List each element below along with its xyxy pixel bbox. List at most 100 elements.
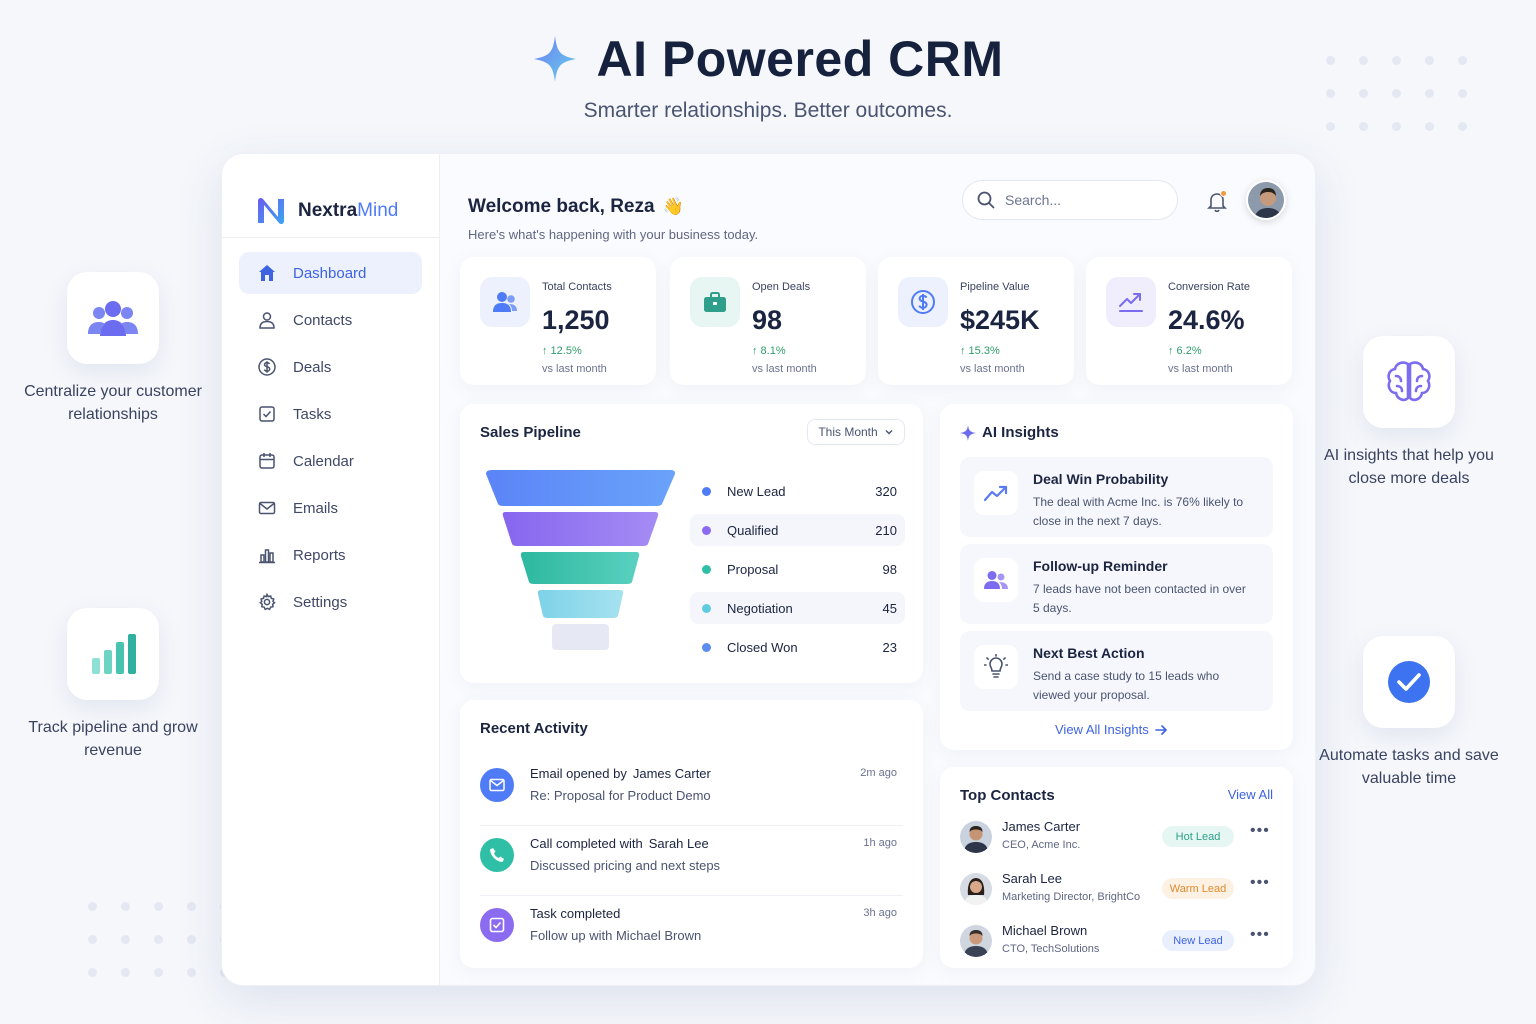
contact-row[interactable]: Michael Brown CTO, TechSolutions New Lea… <box>960 923 1273 963</box>
stat-card-pipeline-value[interactable]: Pipeline Value $245K ↑ 15.3% vs last mon… <box>878 257 1074 385</box>
activity-item[interactable]: Email opened by James Carter Re: Proposal… <box>480 756 903 826</box>
avatar <box>960 821 992 853</box>
users-icon <box>88 301 138 336</box>
status-badge: New Lead <box>1162 930 1234 951</box>
bar-chart-icon <box>92 634 136 674</box>
stage-name: New Lead <box>727 483 786 499</box>
brand-logo[interactable]: NextraMind <box>222 154 439 238</box>
activity-item[interactable]: Call completed with Sarah Lee Discussed p… <box>480 826 903 896</box>
stat-value: 98 <box>752 305 783 335</box>
search-box[interactable] <box>962 180 1178 220</box>
insight-item[interactable]: Follow-up Reminder 7 leads have not been… <box>960 544 1273 624</box>
user-icon <box>257 310 277 330</box>
mail-icon <box>257 498 277 518</box>
sidebar-item-contacts[interactable]: Contacts <box>239 299 422 341</box>
stage-count: 210 <box>875 522 897 538</box>
sidebar-item-label: Settings <box>293 593 348 611</box>
activity-subtitle: Follow up with Michael Brown <box>530 928 702 943</box>
funnel-stage-negotiation <box>537 590 624 618</box>
card-title: Sales Pipeline <box>480 424 581 441</box>
sidebar-item-label: Contacts <box>293 311 353 329</box>
stage-count: 23 <box>882 639 897 655</box>
feature-tile <box>67 272 159 364</box>
stat-value: 1,250 <box>542 305 610 335</box>
more-options-icon[interactable]: ••• <box>1250 926 1270 944</box>
sidebar-item-deals[interactable]: Deals <box>239 346 422 388</box>
insight-item[interactable]: Next Best Action Send a case study to 15… <box>960 631 1273 711</box>
sidebar-item-reports[interactable]: Reports <box>239 534 422 576</box>
insight-body: 7 leads have not been contacted in over … <box>1033 582 1246 615</box>
period-dropdown-value: This Month <box>818 425 878 439</box>
chevron-down-icon <box>885 430 893 435</box>
recent-activity-card: Recent Activity Email opened by James Car… <box>460 700 923 968</box>
sidebar-item-label: Tasks <box>293 405 332 423</box>
sidebar-item-dashboard[interactable]: Dashboard <box>239 252 422 294</box>
feature-text: Automate tasks and save valuable time <box>1319 747 1499 787</box>
contact-row[interactable]: Sarah Lee Marketing Director, BrightCo W… <box>960 871 1273 911</box>
stat-label: Open Deals <box>752 281 811 293</box>
pipeline-stage-row[interactable]: Negotiation 45 <box>690 592 905 624</box>
stat-card-open-deals[interactable]: Open Deals 98 ↑ 8.1% vs last month <box>670 257 866 385</box>
insight-item[interactable]: Deal Win Probability The deal with Acme … <box>960 457 1273 537</box>
search-input[interactable] <box>1005 192 1155 208</box>
hero-title: AI Powered CRM <box>532 30 1003 88</box>
hero-subtitle: Smarter relationships. Better outcomes. <box>583 99 953 122</box>
contact-row[interactable]: James Carter CEO, Acme Inc. Hot Lead ••• <box>960 819 1273 859</box>
mail-icon <box>480 768 514 802</box>
sidebar-item-emails[interactable]: Emails <box>239 487 422 529</box>
sidebar-item-calendar[interactable]: Calendar <box>239 440 422 482</box>
insight-body: Send a case study to 15 leads who viewed… <box>1033 669 1220 702</box>
stage-name: Proposal <box>727 561 779 577</box>
stat-card-total-contacts[interactable]: Total Contacts 1,250 ↑ 12.5% vs last mon… <box>460 257 656 385</box>
users-icon <box>974 558 1018 602</box>
sidebar-item-tasks[interactable]: Tasks <box>239 393 422 435</box>
stat-comparison: vs last month <box>960 363 1025 375</box>
stat-value: 24.6% <box>1168 305 1245 335</box>
view-all-contacts-link[interactable]: View All <box>1228 787 1273 802</box>
nextramind-logo-icon <box>258 197 284 224</box>
stat-change: ↑ 8.1% <box>752 345 786 357</box>
welcome-header: Welcome back, Reza 👋 Here's what's happe… <box>468 196 758 242</box>
briefcase-icon <box>690 277 740 327</box>
stage-name: Qualified <box>727 522 779 538</box>
stat-value: $245K <box>960 305 1040 335</box>
insight-body: The deal with Acme Inc. is 76% likely to… <box>1033 495 1244 528</box>
sparkle-icon <box>534 36 577 82</box>
main-content: Welcome back, Reza 👋 Here's what's happe… <box>440 154 1315 985</box>
pipeline-stage-row[interactable]: Qualified 210 <box>690 514 905 546</box>
crm-app-window: NextraMind Dashboard Contacts Deals Task… <box>221 153 1316 986</box>
calendar-icon <box>257 451 277 471</box>
status-badge: Hot Lead <box>1162 826 1234 847</box>
pipeline-stage-row[interactable]: Closed Won 23 <box>690 631 905 663</box>
brain-icon <box>1387 361 1431 402</box>
sidebar-item-settings[interactable]: Settings <box>239 581 422 623</box>
feature-pipeline: Track pipeline and grow revenue <box>23 608 203 762</box>
pipeline-stage-row[interactable]: New Lead 320 <box>690 475 905 507</box>
activity-time: 2m ago <box>860 767 897 779</box>
feature-text: AI insights that help you close more dea… <box>1324 447 1494 487</box>
funnel-stage-qualified <box>502 512 659 546</box>
more-options-icon[interactable]: ••• <box>1250 822 1270 840</box>
notifications-button[interactable] <box>1206 190 1228 213</box>
period-dropdown[interactable]: This Month <box>807 419 905 445</box>
hero-title-text: AI Powered CRM <box>596 31 1004 87</box>
card-title: Top Contacts <box>960 787 1055 804</box>
more-options-icon[interactable]: ••• <box>1250 874 1270 892</box>
view-all-insights-link[interactable]: View All Insights <box>1055 722 1167 737</box>
pipeline-stage-row[interactable]: Proposal 98 <box>690 553 905 585</box>
stat-comparison: vs last month <box>752 363 817 375</box>
activity-time: 3h ago <box>863 907 897 919</box>
dollar-icon <box>898 277 948 327</box>
contact-role: CTO, TechSolutions <box>1002 943 1100 955</box>
activity-title: Task completed <box>530 906 621 921</box>
feature-tile <box>1363 336 1455 428</box>
user-avatar[interactable] <box>1246 180 1286 220</box>
stat-card-conversion-rate[interactable]: Conversion Rate 24.6% ↑ 6.2% vs last mon… <box>1086 257 1292 385</box>
trend-up-icon <box>974 471 1018 515</box>
stat-change: ↑ 6.2% <box>1168 345 1202 357</box>
brand-name: NextraMind <box>298 199 399 221</box>
waving-hand-icon: 👋 <box>662 197 684 216</box>
feature-centralize: Centralize your customer relationships <box>23 272 203 426</box>
activity-item[interactable]: Task completed Follow up with Michael Br… <box>480 896 903 966</box>
sparkle-icon <box>960 424 976 441</box>
